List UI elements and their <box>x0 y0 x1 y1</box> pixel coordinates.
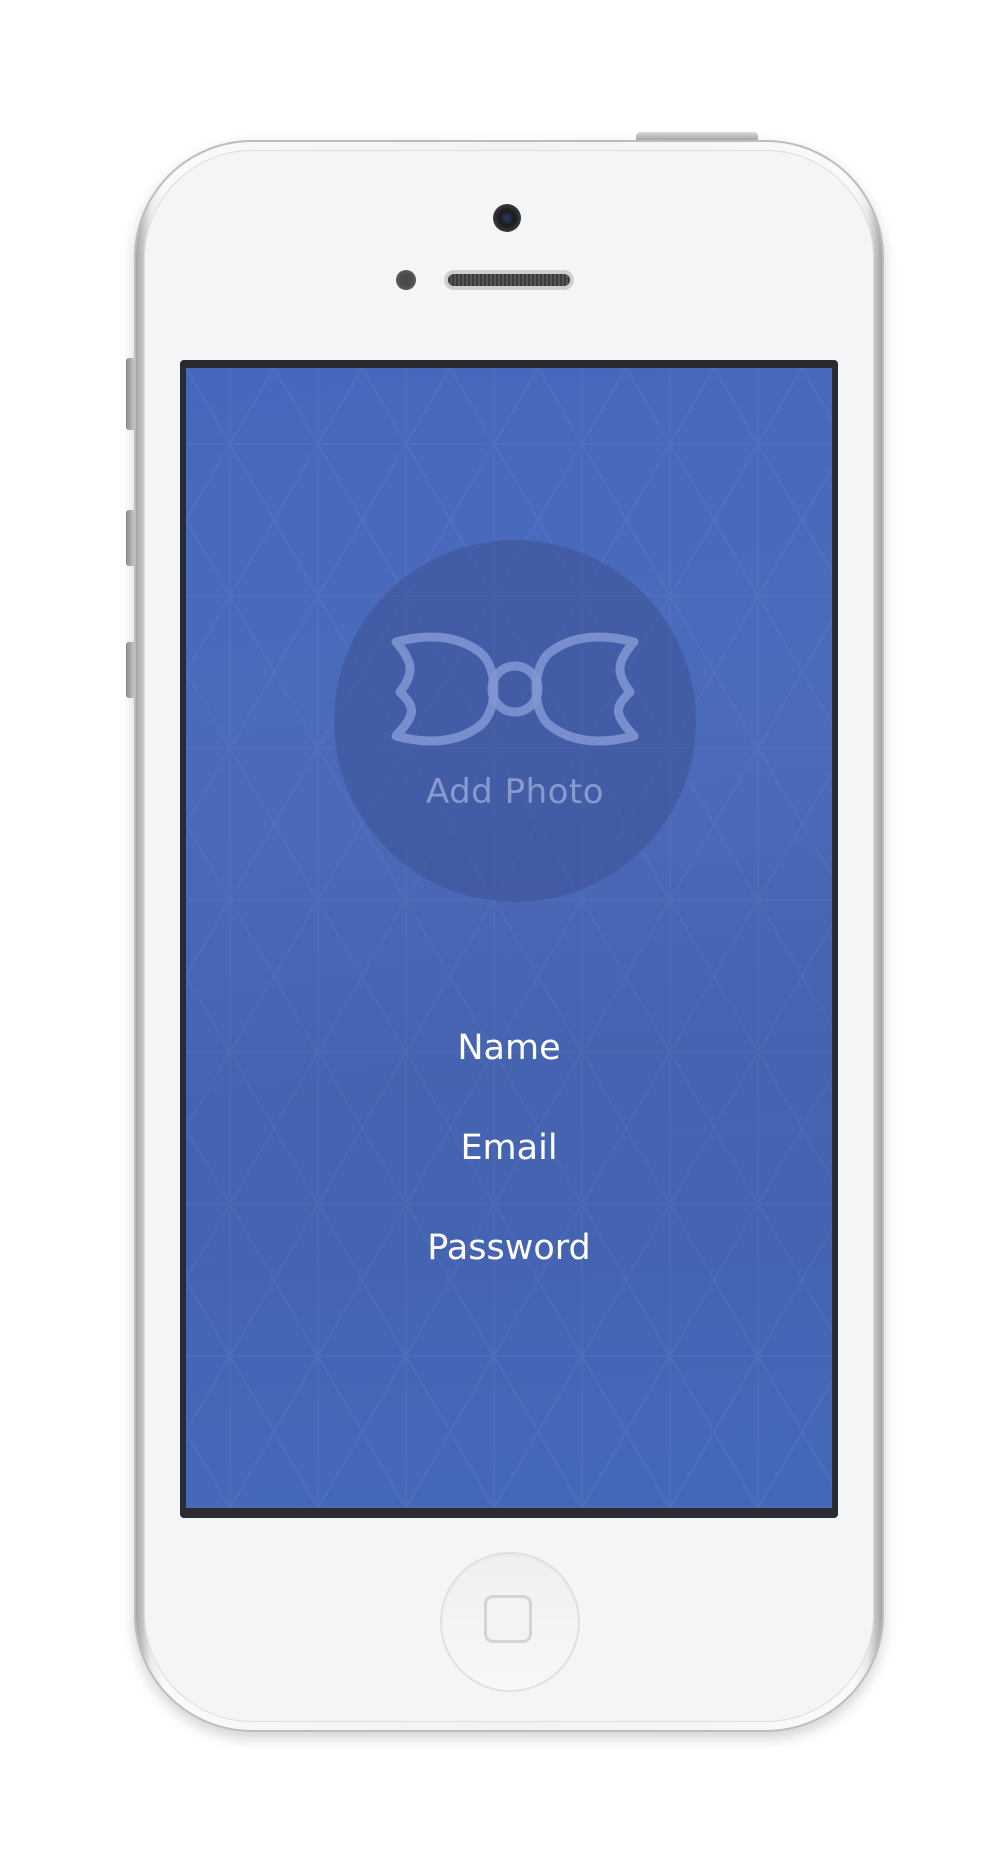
home-button[interactable] <box>440 1552 580 1692</box>
name-field[interactable]: Name <box>186 1028 832 1068</box>
password-field[interactable]: Password <box>186 1228 832 1268</box>
mute-switch <box>126 358 134 430</box>
front-camera-icon <box>493 204 521 232</box>
bowtie-icon <box>391 632 639 746</box>
earpiece-speaker <box>444 270 574 290</box>
speaker-grille <box>448 274 570 286</box>
background-pattern <box>186 368 832 1508</box>
volume-up-button <box>126 510 134 566</box>
volume-down-button <box>126 642 134 698</box>
signup-screen: Add Photo Name Email Password <box>186 368 832 1508</box>
home-button-icon <box>484 1595 532 1643</box>
page: Add Photo Name Email Password <box>0 0 1008 1872</box>
add-photo-button[interactable]: Add Photo <box>334 540 696 902</box>
add-photo-label: Add Photo <box>425 772 605 812</box>
screen-frame: Add Photo Name Email Password <box>180 360 838 1518</box>
email-field[interactable]: Email <box>186 1128 832 1168</box>
proximity-sensor <box>396 270 416 290</box>
